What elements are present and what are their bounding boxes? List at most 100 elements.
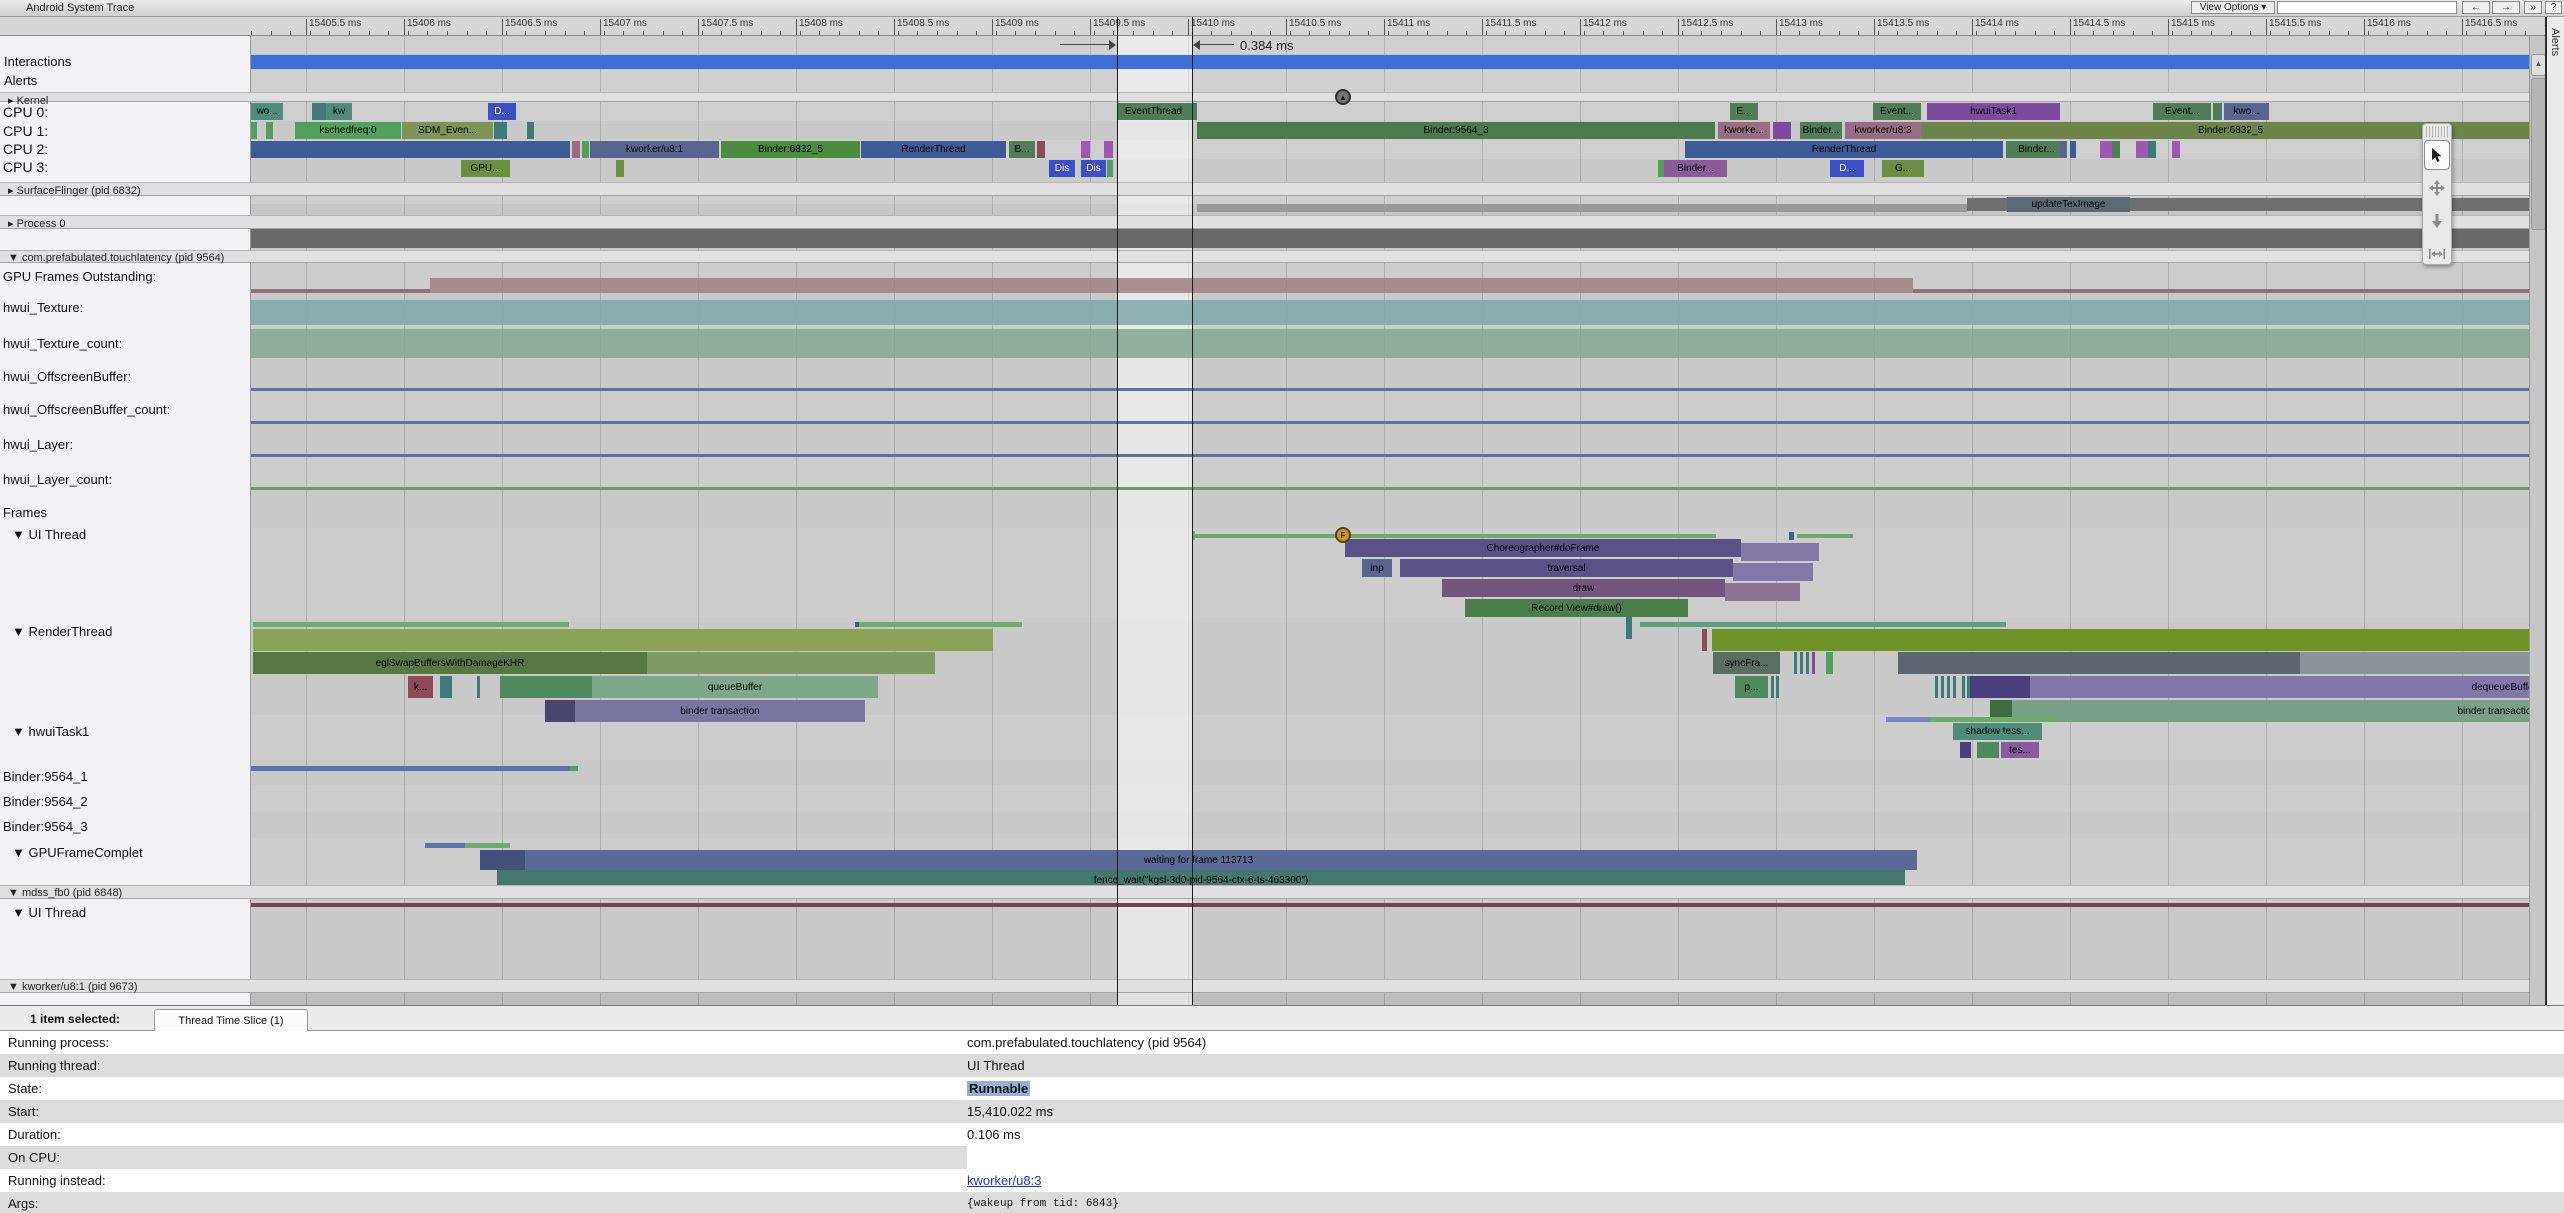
trace-slice[interactable] bbox=[440, 676, 452, 698]
trace-slice[interactable] bbox=[1104, 141, 1113, 158]
trace-slice[interactable] bbox=[1800, 652, 1803, 674]
trace-slice[interactable] bbox=[266, 122, 273, 139]
trace-slice[interactable]: Record View#draw() bbox=[1465, 599, 1688, 617]
trace-slice[interactable] bbox=[1640, 622, 2006, 627]
process-header[interactable]: ▼ com.prefabulated.touchlatency (pid 956… bbox=[0, 250, 2540, 263]
trace-slice[interactable]: kwo... bbox=[2224, 103, 2269, 120]
trace-slice[interactable] bbox=[251, 122, 257, 139]
process-header[interactable]: ▸ Process 0 bbox=[0, 215, 2540, 229]
trace-slice[interactable] bbox=[527, 122, 534, 139]
trace-slice[interactable] bbox=[2136, 141, 2148, 158]
trace-slice[interactable] bbox=[494, 122, 507, 139]
trace-slice[interactable]: inp bbox=[1362, 559, 1392, 577]
pan-tool-button[interactable] bbox=[2424, 173, 2450, 203]
trace-slice[interactable]: Event... bbox=[2153, 103, 2211, 120]
trace-slice[interactable]: Binder... bbox=[2006, 141, 2067, 158]
trace-slice[interactable]: kw bbox=[326, 103, 352, 120]
tab-thread-time-slice[interactable]: Thread Time Slice (1) bbox=[154, 1009, 308, 1031]
trace-slice[interactable] bbox=[253, 629, 993, 651]
nav-back-button[interactable]: ← bbox=[2462, 1, 2490, 14]
trace-slice[interactable] bbox=[251, 388, 2540, 391]
trace-slice[interactable] bbox=[425, 843, 465, 848]
trace-slice[interactable] bbox=[1626, 617, 1632, 639]
track-label[interactable]: ▼ GPUFrameComplet bbox=[12, 845, 143, 860]
trace-slice[interactable] bbox=[1935, 676, 1938, 698]
process-header[interactable]: ▸ SurfaceFlinger (pid 6832) bbox=[0, 182, 2540, 196]
trace-slice[interactable]: SDM_Even... bbox=[402, 122, 493, 139]
trace-slice[interactable]: D... bbox=[488, 103, 516, 120]
process-header[interactable]: ▸ Kernel bbox=[0, 92, 2540, 102]
trace-slice[interactable]: G... bbox=[1882, 160, 1924, 177]
trace-slice[interactable] bbox=[545, 700, 575, 722]
scroll-up-icon[interactable]: ▲ bbox=[2531, 54, 2546, 76]
trace-slice[interactable] bbox=[1771, 676, 1774, 698]
trace-slice[interactable] bbox=[1773, 122, 1791, 139]
track-label[interactable]: ▼ UI Thread bbox=[12, 527, 86, 542]
trace-slice[interactable] bbox=[2172, 141, 2180, 158]
trace-slice[interactable] bbox=[582, 141, 589, 158]
track-label[interactable]: ▼ UI Thread bbox=[12, 905, 86, 920]
trace-slice[interactable] bbox=[251, 329, 2540, 358]
trace-slice[interactable] bbox=[1197, 204, 1967, 212]
trace-slice[interactable] bbox=[251, 55, 2540, 69]
view-options-button[interactable]: View Options ▾ bbox=[2191, 1, 2275, 14]
scrollbar-thumb[interactable] bbox=[2531, 78, 2546, 230]
trace-slice[interactable]: Binder... bbox=[1800, 122, 1842, 139]
nav-expand-button[interactable]: » bbox=[2524, 1, 2542, 14]
trace-slice[interactable] bbox=[1741, 543, 1819, 561]
trace-slice[interactable] bbox=[616, 160, 624, 177]
trace-slice[interactable] bbox=[1037, 141, 1045, 158]
trace-slice[interactable]: Choreographer#doFrame bbox=[1345, 539, 1741, 557]
trace-slice[interactable] bbox=[1941, 676, 1944, 698]
trace-slice[interactable]: shadow tess... bbox=[1953, 723, 2042, 740]
trace-slice[interactable]: kworker/u8:3 bbox=[1845, 122, 1921, 139]
trace-slice[interactable] bbox=[1970, 676, 2030, 698]
frame-dot-icon[interactable]: F bbox=[1335, 527, 1351, 543]
trace-slice[interactable] bbox=[2070, 141, 2076, 158]
timeline-ruler[interactable]: 15405.5 ms15406 ms15406.5 ms15407 ms1540… bbox=[0, 16, 2564, 36]
trace-slice[interactable]: dequeueBuffer bbox=[2030, 676, 2540, 698]
trace-slice[interactable] bbox=[1797, 534, 1853, 538]
trace-slice[interactable] bbox=[2060, 141, 2066, 158]
trace-slice[interactable]: Dis bbox=[1049, 160, 1075, 177]
process-header[interactable]: ▼ mdss_fb0 (pid 6848) bbox=[0, 885, 2540, 899]
trace-slice[interactable] bbox=[2148, 141, 2156, 158]
trace-slice[interactable]: binder transaction bbox=[2012, 700, 2540, 722]
trace-slice[interactable] bbox=[477, 676, 480, 698]
trace-slice[interactable] bbox=[2112, 141, 2120, 158]
timing-tool-button[interactable] bbox=[2424, 239, 2450, 269]
trace-slice[interactable] bbox=[251, 226, 2540, 248]
trace-slice[interactable] bbox=[480, 850, 525, 870]
trace-slice[interactable] bbox=[253, 622, 569, 627]
trace-slice[interactable] bbox=[1776, 676, 1779, 698]
trace-slice[interactable]: eglSwapBuffersWithDamageKHR bbox=[253, 652, 647, 674]
trace-slice[interactable] bbox=[572, 141, 580, 158]
trace-slice[interactable]: kworke... bbox=[1718, 122, 1770, 139]
trace-slice[interactable]: Event... bbox=[1873, 103, 1921, 120]
track-label[interactable]: ▼ hwuiTask1 bbox=[12, 724, 89, 739]
help-button[interactable]: ? bbox=[2545, 1, 2562, 14]
trace-slice[interactable]: queueBuffer bbox=[592, 676, 878, 698]
trace-slice[interactable] bbox=[1806, 652, 1809, 674]
trace-slice[interactable] bbox=[251, 300, 2540, 325]
trace-slice[interactable] bbox=[1794, 652, 1797, 674]
trace-slice[interactable] bbox=[465, 843, 510, 848]
trace-slice[interactable]: GPU... bbox=[461, 160, 510, 177]
trace-slice[interactable] bbox=[2100, 141, 2112, 158]
trace-slice[interactable]: Binder:9564_3 bbox=[1197, 122, 1715, 139]
trace-slice[interactable]: traversal bbox=[1400, 559, 1733, 577]
trace-slice[interactable] bbox=[1081, 141, 1090, 158]
trace-slice[interactable]: wo... bbox=[251, 103, 283, 120]
trace-slice[interactable] bbox=[1962, 676, 1965, 698]
trace-slice[interactable]: EventThread bbox=[1117, 103, 1190, 120]
trace-slice[interactable]: waiting for frame 113713 bbox=[480, 850, 1917, 870]
trace-slice[interactable] bbox=[1107, 160, 1113, 177]
trace-slice[interactable]: Dis bbox=[1081, 160, 1106, 177]
trace-slice[interactable] bbox=[2300, 652, 2540, 674]
trace-slice[interactable]: k... bbox=[408, 676, 433, 698]
trace-slice[interactable] bbox=[1826, 652, 1833, 674]
process-header[interactable]: ▼ kworker/u8:1 (pid 9673) bbox=[0, 979, 2540, 993]
trace-slice[interactable] bbox=[1712, 629, 2540, 651]
timeline-area[interactable]: 15405.5 ms15406 ms15406.5 ms15407 ms1540… bbox=[0, 16, 2564, 1005]
trace-slice[interactable]: B... bbox=[1009, 141, 1035, 158]
